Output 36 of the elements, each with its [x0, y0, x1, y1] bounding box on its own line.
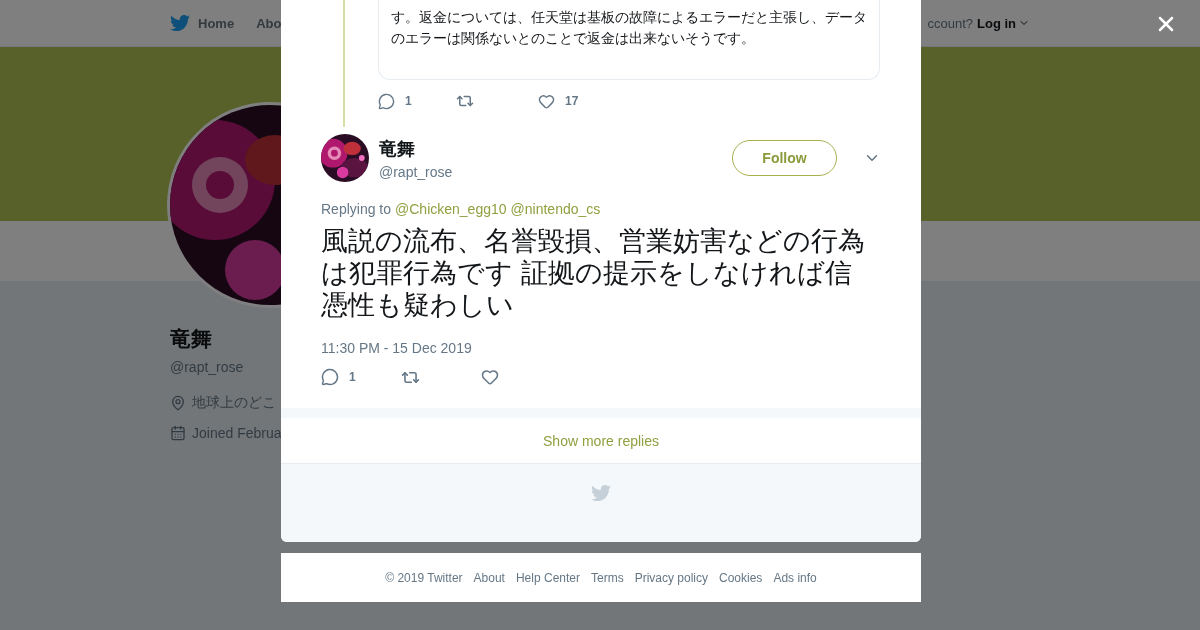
replying-label: Replying to [321, 201, 392, 217]
footer-link[interactable]: Cookies [719, 570, 763, 585]
tweet-timestamp: 11:30 PM - 15 Dec 2019 [321, 340, 473, 356]
tweet-text: 風説の流布、名誉毀損、営業妨害などの行為は犯罪行為です 証拠の提示をしなければ信憑性も疑わしい [321, 225, 866, 321]
profile-handle: @rapt_rose [170, 359, 244, 375]
profile-name: 竜舞 [170, 326, 212, 352]
quoted-tweet-line: のエラーは関係ないとのことで返金は出来ないそうです。 [391, 30, 755, 48]
bird-icon [591, 483, 611, 503]
user-handle: @rapt_rose [379, 163, 454, 180]
reply-icon [321, 368, 339, 386]
footer-link[interactable]: Help Center [515, 570, 580, 585]
reply-button[interactable]: 1 [378, 92, 456, 110]
mention-link[interactable]: @Chicken_egg10 [395, 201, 507, 217]
follow-button[interactable]: Follow [732, 140, 837, 176]
footer-link[interactable]: About [473, 570, 505, 585]
reply-button[interactable]: 1 [321, 368, 401, 386]
quoted-tweet-line: す。返金については、任天堂は基板の故障によるエラーだと主張し、データ [391, 9, 867, 27]
heart-icon [481, 368, 499, 386]
footer-link[interactable]: Ads info [773, 570, 817, 585]
calendar-icon [170, 425, 186, 441]
footer-link[interactable]: © 2019 Twitter [385, 570, 463, 585]
account-prompt: ccount? [927, 15, 973, 31]
bird-icon [170, 13, 190, 33]
user-name: 竜舞 [379, 137, 416, 161]
footer-link[interactable]: Terms [591, 570, 624, 585]
heart-icon [538, 92, 555, 110]
mention-link[interactable]: @nintendo_cs [510, 201, 601, 217]
location-pin-icon [170, 395, 186, 411]
reply-icon [378, 92, 395, 110]
profile-joined: Joined Februa [192, 425, 282, 441]
like-button[interactable]: 17 [538, 92, 598, 110]
nav-link[interactable]: Abo [256, 15, 282, 31]
login-link[interactable]: Log in [977, 15, 1030, 31]
user-avatar[interactable] [321, 134, 369, 182]
footer-link[interactable]: Privacy policy [634, 570, 708, 585]
home-link[interactable]: Home [170, 13, 235, 33]
